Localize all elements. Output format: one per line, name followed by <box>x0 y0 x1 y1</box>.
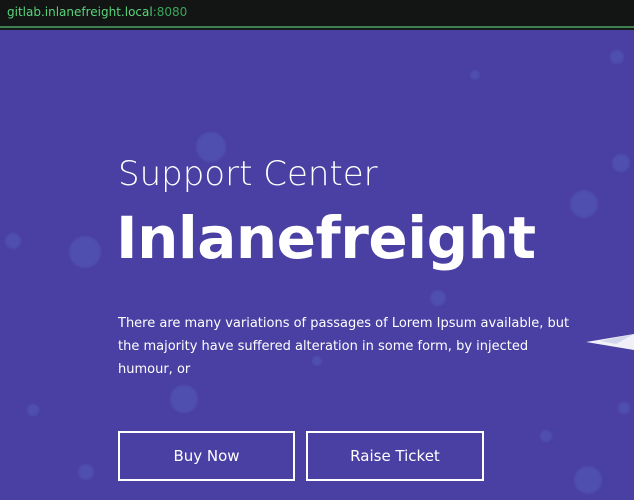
raise-ticket-button[interactable]: Raise Ticket <box>306 431 484 481</box>
hero-section: Support Center Inlanefreight There are m… <box>0 30 634 500</box>
url-text[interactable]: gitlab.inlanefreight.local:8080 <box>7 5 187 19</box>
decorative-bubble <box>574 466 602 494</box>
hero-title: Inlanefreight <box>116 204 536 272</box>
decorative-bubble <box>430 290 446 306</box>
hero-description: There are many variations of passages of… <box>118 316 570 377</box>
decorative-bubble <box>540 430 552 442</box>
decorative-bubble <box>78 464 94 480</box>
decorative-bubble <box>69 236 101 268</box>
decorative-bubble <box>470 70 480 80</box>
decorative-bubble <box>170 385 198 413</box>
decorative-bubble <box>612 154 630 172</box>
buy-now-button[interactable]: Buy Now <box>118 431 295 481</box>
decorative-bubble <box>5 233 21 249</box>
url-port: :8080 <box>152 5 188 19</box>
decorative-bubble <box>610 50 624 64</box>
decorative-bubble <box>570 190 598 218</box>
address-bar[interactable]: gitlab.inlanefreight.local:8080 <box>0 0 634 28</box>
paper-plane-icon <box>586 334 634 350</box>
decorative-bubble <box>618 402 630 414</box>
decorative-bubble <box>27 404 39 416</box>
hero-subtitle: Support Center <box>118 154 378 194</box>
url-host: gitlab.inlanefreight.local <box>7 5 153 19</box>
